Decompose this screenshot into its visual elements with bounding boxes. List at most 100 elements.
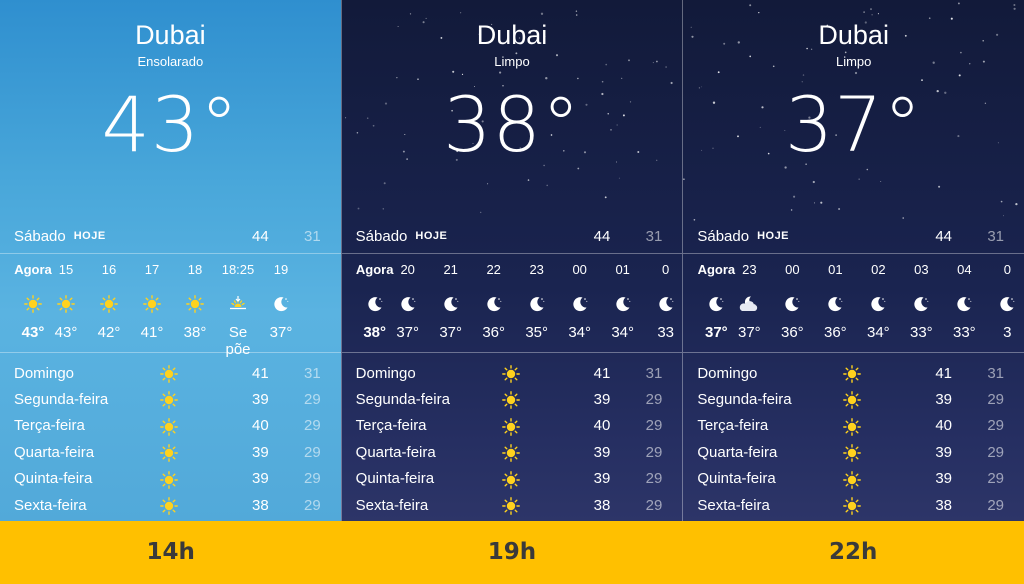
day-low: 29 — [645, 443, 663, 461]
hourly-item: 15 43° — [46, 262, 86, 341]
hourly-forecast[interactable]: Agora 38° 20 37° 21 37° 22 36° 23 35° 00 — [342, 262, 683, 348]
moon-icon — [388, 292, 428, 316]
hour-time: 18:25 — [221, 262, 255, 277]
sun-icon — [843, 470, 862, 489]
moon-cloud-icon — [729, 292, 769, 316]
daily-forecast[interactable]: Domingo 41 31 Segunda-feira 39 29 Terça-… — [14, 360, 321, 518]
moon-icon — [646, 292, 683, 316]
hour-time: 04 — [957, 262, 972, 277]
moon-icon — [772, 292, 812, 316]
condition-text: Ensolarado — [137, 54, 204, 69]
today-row: Sábado HOJE 44 31 — [14, 224, 321, 248]
day-name: Quinta-feira — [697, 470, 776, 488]
day-name: Segunda-feira — [697, 391, 792, 409]
moon-icon — [261, 292, 301, 316]
hourly-item: 00 34° — [560, 262, 600, 341]
hour-time: 16 — [101, 262, 117, 277]
condition-text: Limpo — [494, 54, 530, 69]
hour-temp: 43° — [54, 324, 78, 341]
hour-time: 01 — [615, 262, 630, 277]
hour-temp: 34° — [568, 324, 592, 341]
day-name: Quarta-feira — [697, 443, 778, 461]
hour-temp: 42° — [97, 324, 121, 341]
sun-icon — [843, 497, 862, 515]
today-tag: HOJE — [757, 230, 790, 242]
city-name: Dubai — [476, 20, 548, 50]
hourly-item: 04 33° — [944, 262, 984, 341]
moon-icon — [815, 292, 855, 316]
day-high: 39 — [251, 443, 269, 461]
day-low: 29 — [645, 417, 663, 435]
day-name: Segunda-feira — [355, 391, 450, 409]
day-name: Domingo — [697, 364, 758, 382]
daily-row: Quinta-feira 39 29 — [14, 466, 321, 492]
hour-temp: 36° — [482, 324, 506, 341]
hourly-item: 22 36° — [474, 262, 514, 341]
divider — [341, 253, 683, 254]
day-name: Quinta-feira — [355, 470, 435, 488]
hour-time: 01 — [828, 262, 843, 277]
hourly-forecast[interactable]: Agora 37° 23 37° 00 36° 01 36° 02 34° 03 — [683, 262, 1024, 348]
hour-temp: 36° — [781, 324, 804, 341]
day-low: 29 — [645, 496, 663, 514]
weather-panel-1: Dubai Ensolarado 43° Sábado HOJE 44 31 Ago… — [0, 0, 341, 521]
hour-temp: 38° — [183, 324, 207, 341]
sun-icon — [160, 365, 178, 383]
day-high: 38 — [935, 496, 953, 514]
day-high: 41 — [593, 364, 611, 382]
hour-temp: 37° — [439, 324, 463, 341]
daily-row: Segunda-feira 39 29 — [14, 386, 321, 412]
daily-row: Sexta-feira 38 29 — [14, 492, 321, 518]
hour-time: 21 — [443, 262, 458, 277]
hour-time: 19 — [273, 262, 289, 277]
time-label: 14h — [146, 539, 195, 565]
divider — [341, 352, 683, 353]
daily-forecast[interactable]: Domingo 41 31 Segunda-feira 39 29 Terça-… — [355, 360, 663, 518]
hour-temp: 3 — [1003, 324, 1012, 341]
day-low: 31 — [303, 364, 321, 382]
hour-time: 17 — [144, 262, 160, 277]
day-name: Sexta-feira — [14, 496, 87, 514]
hour-temp: 33° — [953, 324, 976, 341]
day-high: 39 — [593, 443, 611, 461]
sun-icon — [160, 417, 178, 436]
sun-icon — [89, 292, 129, 316]
divider — [683, 352, 1024, 353]
sun-icon — [501, 365, 520, 383]
current-temperature: 38° — [443, 80, 581, 169]
weather-panels: Dubai Ensolarado 43° Sábado HOJE 44 31 Ago… — [0, 0, 1024, 521]
hour-time: 20 — [400, 262, 415, 277]
day-name: Domingo — [14, 364, 75, 382]
daily-forecast[interactable]: Domingo 41 31 Segunda-feira 39 29 Terça-… — [697, 360, 1004, 518]
day-low: 29 — [303, 391, 321, 409]
day-high: 39 — [593, 391, 611, 409]
hourly-item: 0 33 — [646, 262, 683, 341]
day-name: Quinta-feira — [14, 470, 93, 488]
hour-time: 02 — [871, 262, 886, 277]
hourly-item: 02 34° — [858, 262, 898, 341]
daily-row: Terça-feira 40 29 — [14, 413, 321, 439]
daily-row: Quinta-feira 39 29 — [697, 466, 1004, 492]
hour-temp: 35° — [525, 324, 549, 341]
day-high: 39 — [935, 391, 953, 409]
hourly-forecast[interactable]: Agora 43° 15 43° 16 42° 17 41° 18 38° 18 — [0, 262, 341, 358]
today-high: 44 — [935, 227, 953, 245]
today-tag: HOJE — [415, 230, 448, 242]
hour-time: 15 — [58, 262, 74, 277]
hour-temp: 41° — [140, 324, 164, 341]
divider — [0, 253, 341, 254]
divider — [683, 253, 1024, 254]
day-high: 40 — [251, 417, 269, 435]
day-high: 39 — [251, 391, 269, 409]
hourly-item: 23 35° — [517, 262, 557, 341]
sun-icon — [843, 365, 862, 383]
day-high: 39 — [935, 470, 953, 488]
hour-temp: 34° — [867, 324, 890, 341]
hour-temp: 37° — [269, 324, 293, 341]
daily-row: Segunda-feira 39 29 — [697, 386, 1004, 412]
hourly-item: 23 37° — [729, 262, 769, 341]
moon-icon — [987, 292, 1024, 316]
day-name: Terça-feira — [14, 417, 85, 435]
today-high: 44 — [593, 227, 611, 245]
city-name: Dubai — [818, 20, 889, 50]
